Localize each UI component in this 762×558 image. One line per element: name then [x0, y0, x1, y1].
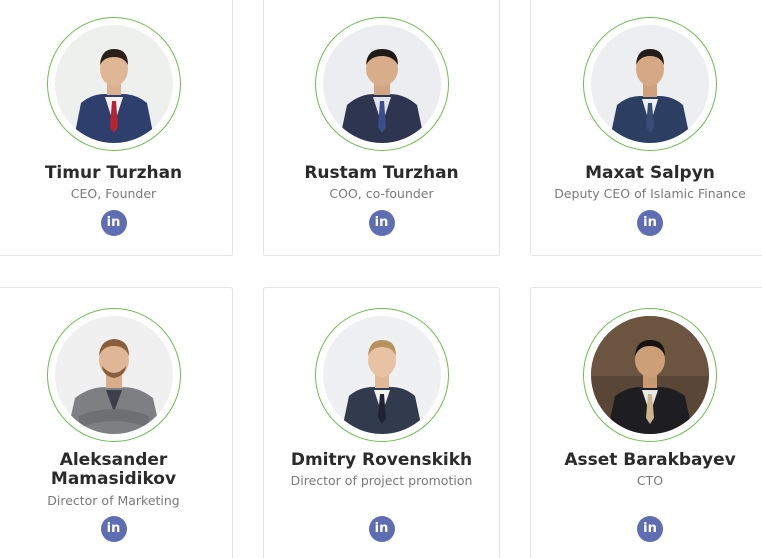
member-role: COO, co-founder — [329, 186, 434, 201]
linkedin-icon[interactable]: in — [368, 210, 395, 236]
avatar-ring — [46, 308, 181, 442]
member-name: Aleksander Mamasidikov — [0, 451, 232, 489]
member-name-line2: Mamasidikov — [50, 469, 177, 489]
avatar-ring — [314, 308, 449, 442]
avatar — [322, 25, 441, 143]
member-role: Director of project promotion — [290, 473, 473, 488]
member-role: CTO — [636, 473, 664, 488]
avatar — [591, 316, 709, 434]
linkedin-icon[interactable]: in — [637, 516, 663, 542]
avatar-ring — [46, 17, 181, 151]
member-name: Rustam Turzhan — [304, 163, 459, 183]
avatar-ring — [314, 17, 449, 151]
member-role: CEO, Founder — [70, 186, 157, 201]
member-name: Timur Turzhan — [44, 163, 183, 183]
team-card: Asset Barakbayev CTO in — [530, 287, 762, 558]
avatar-ring — [583, 308, 717, 442]
linkedin-icon[interactable]: in — [100, 516, 127, 542]
linkedin-icon[interactable]: in — [100, 210, 127, 236]
avatar — [54, 316, 173, 434]
team-card: Timur Turzhan CEO, Founder in — [0, 0, 233, 256]
avatar — [54, 25, 173, 143]
member-name: Asset Barakbayev — [564, 450, 736, 470]
member-role: Director of Marketing — [47, 493, 180, 508]
team-card: Maxat Salpyn Deputy CEO of Islamic Finan… — [530, 0, 762, 256]
linkedin-icon[interactable]: in — [637, 210, 663, 236]
team-card: Aleksander Mamasidikov Director of Marke… — [0, 287, 233, 558]
member-role: Deputy CEO of Islamic Finance — [554, 186, 746, 201]
avatar — [322, 316, 441, 434]
linkedin-icon[interactable]: in — [368, 516, 395, 542]
member-name: Maxat Salpyn — [585, 163, 715, 183]
team-card: Dmitry Rovenskikh Director of project pr… — [263, 287, 500, 558]
team-card: Rustam Turzhan COO, co-founder in — [263, 0, 500, 256]
member-name: Dmitry Rovenskikh — [290, 450, 473, 470]
avatar-ring — [583, 17, 717, 151]
member-name-line1: Aleksander — [59, 450, 168, 470]
avatar — [591, 25, 709, 143]
